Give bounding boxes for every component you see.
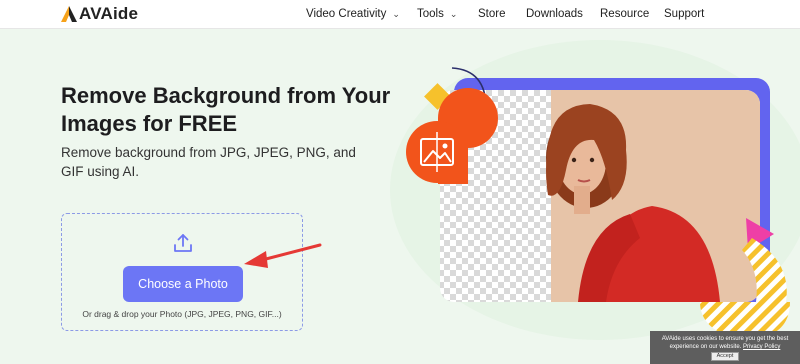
nav-item-video-creativity[interactable]: Video Creativity ⌄ [306,0,400,28]
choose-photo-button[interactable]: Choose a Photo [123,266,243,302]
nav-item-store[interactable]: Store [478,0,506,28]
page-title: Remove Background from Your Images for F… [61,83,391,136]
nav-item-resource[interactable]: Resource [600,0,649,28]
page-subtitle: Remove background from JPG, JPEG, PNG, a… [61,145,356,179]
accept-cookies-button[interactable]: Accept [710,352,740,361]
drop-hint-text: Or drag & drop your Photo (JPG, JPEG, PN… [82,309,282,319]
privacy-policy-link[interactable]: Privacy Policy [743,344,780,350]
nav-item-downloads[interactable]: Downloads [526,0,583,28]
upload-icon [174,234,192,252]
chevron-down-icon: ⌄ [449,8,458,19]
chevron-down-icon: ⌄ [392,8,400,19]
avaide-logo[interactable]: AVAide [60,3,138,25]
logo-text: AVAide [79,4,139,23]
nav-label: Support [664,8,705,20]
nav-label: Store [478,8,506,20]
red-arrow-icon [244,243,322,268]
nav-item-tools[interactable]: Tools ⌄ [417,0,457,28]
logo-mark-icon [61,6,77,22]
cookie-banner: AVAide uses cookies to ensure you get th… [650,331,800,364]
nav-item-support[interactable]: Support [664,0,704,28]
top-navigation-bar: AVAide Video Creativity ⌄ Tools ⌄ Store … [0,0,800,29]
upload-dropzone[interactable]: Choose a Photo Or drag & drop your Photo… [61,213,303,331]
nav-label: Tools [417,8,444,20]
nav-label: Resource [600,8,650,20]
nav-label: Downloads [526,8,583,20]
nav-label: Video Creativity [306,8,387,20]
